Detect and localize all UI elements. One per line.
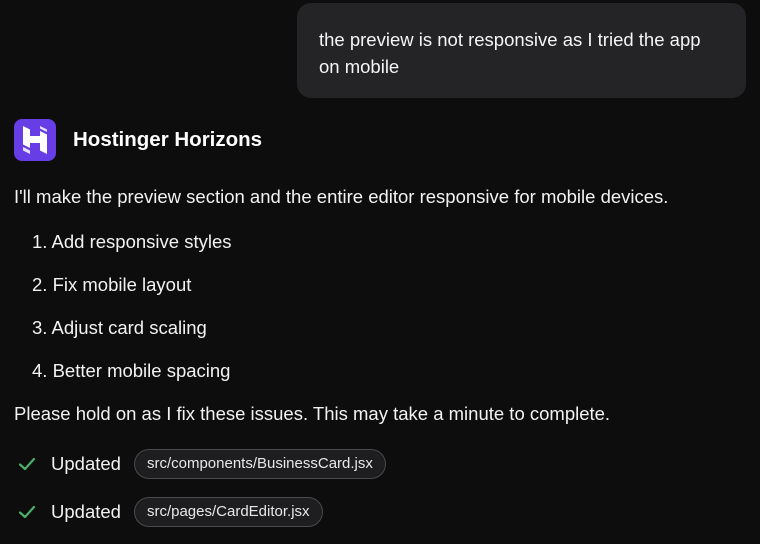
user-message-line-1: the preview is not responsive as I tried… — [319, 29, 701, 50]
chat-thread: the preview is not responsive as I tried… — [0, 0, 760, 544]
file-update-row: Updated src/pages/CardEditor.jsx — [18, 497, 323, 527]
check-icon — [18, 505, 36, 519]
user-message-bubble: the preview is not responsive as I tried… — [297, 3, 746, 98]
assistant-header: Hostinger Horizons — [14, 119, 262, 161]
plan-step: 4. Better mobile spacing — [32, 360, 231, 381]
assistant-intro-text: I'll make the preview section and the en… — [14, 186, 669, 207]
assistant-name: Hostinger Horizons — [73, 128, 263, 151]
plan-steps-list: 1. Add responsive styles 2. Fix mobile l… — [32, 231, 232, 403]
hostinger-logo-glyph — [23, 126, 47, 154]
update-status-label: Updated — [51, 501, 121, 522]
plan-step: 3. Adjust card scaling — [32, 317, 207, 338]
plan-step: 1. Add responsive styles — [32, 231, 232, 252]
file-path-chip[interactable]: src/pages/CardEditor.jsx — [133, 497, 323, 527]
file-path-chip[interactable]: src/components/BusinessCard.jsx — [133, 449, 386, 479]
hold-message: Please hold on as I fix these issues. Th… — [14, 403, 611, 424]
check-icon — [18, 457, 36, 471]
plan-step: 2. Fix mobile layout — [32, 274, 192, 295]
user-message-line-2: on mobile — [319, 56, 400, 77]
hostinger-logo-icon — [14, 119, 56, 161]
file-update-row: Updated src/components/BusinessCard.jsx — [18, 449, 386, 479]
update-status-label: Updated — [51, 453, 121, 474]
